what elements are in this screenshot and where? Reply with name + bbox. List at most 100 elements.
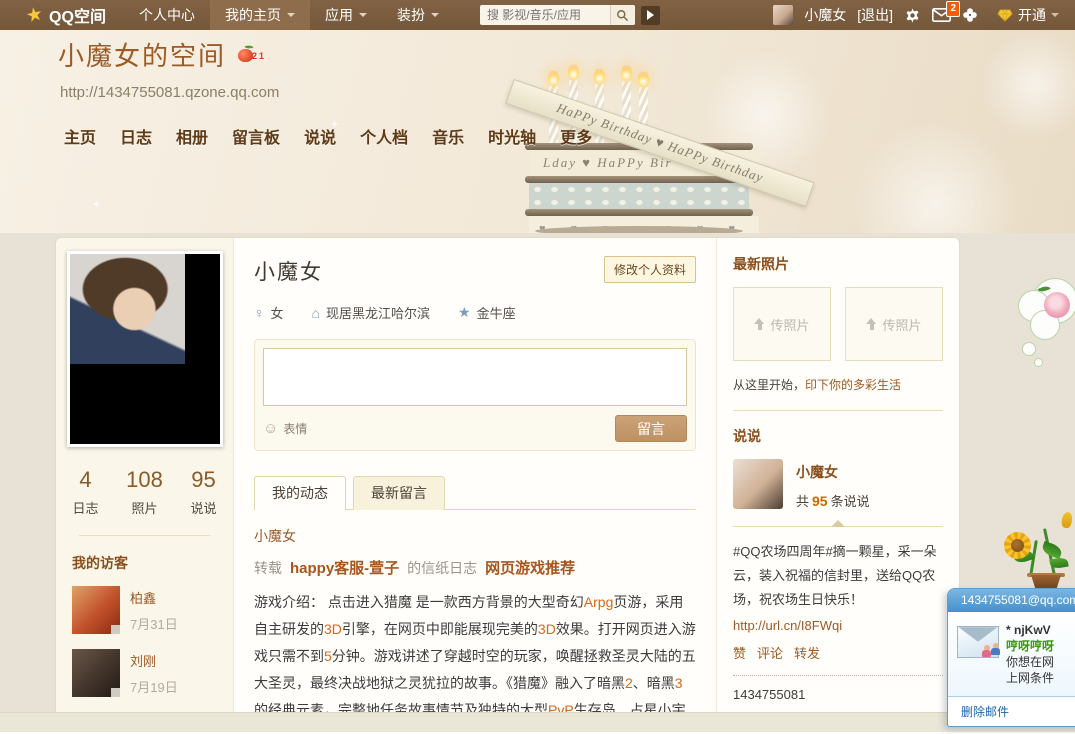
stat-label: 日志: [56, 498, 115, 517]
profile-name: 小魔女: [254, 256, 323, 286]
visitors-section: 我的访客 柏鑫 7月31日 刘刚 7月19日: [56, 536, 233, 712]
search-input[interactable]: [480, 5, 610, 25]
shuoshuo-avatar[interactable]: [733, 459, 783, 509]
stat-blogs[interactable]: 4 日志: [56, 467, 115, 517]
menu-message-board[interactable]: 留言板: [232, 124, 280, 148]
ribbon-spool-rim: [525, 209, 753, 216]
expand-arrow-button[interactable]: [641, 6, 660, 25]
latest-photos-title: 最新照片: [733, 254, 943, 274]
message-input[interactable]: [263, 348, 687, 406]
search-button[interactable]: [610, 5, 635, 25]
envelope-icon: [957, 626, 999, 658]
user-name[interactable]: 小魔女: [804, 5, 846, 25]
menu-music[interactable]: 音乐: [432, 124, 464, 148]
menu-more[interactable]: 更多: [560, 124, 592, 148]
tab-my-feeds[interactable]: 我的动态: [254, 476, 346, 510]
nav-my-homepage[interactable]: 我的主页: [210, 0, 310, 30]
upload-photo-button[interactable]: 传照片: [733, 287, 831, 361]
nav-decorate[interactable]: 装扮: [382, 0, 454, 30]
apple-body: [238, 49, 253, 62]
menu-album[interactable]: 相册: [176, 124, 208, 148]
shuoshuo-user-name[interactable]: 小魔女: [796, 462, 870, 482]
comment-button[interactable]: 评论: [757, 643, 783, 662]
bubble-dot: [1034, 358, 1043, 367]
person-icon: [991, 643, 1000, 656]
mail-icon[interactable]: 2: [932, 8, 951, 22]
profile-card: 4 日志 108 照片 95 说说 我的访客: [55, 237, 960, 712]
mail-popup-header[interactable]: 1434755081@qq.com: [948, 589, 1075, 612]
nav-apps[interactable]: 应用: [310, 0, 382, 30]
nav-personal-center[interactable]: 个人中心: [124, 0, 210, 30]
composer-footer: ☺ 表情 留言: [263, 415, 687, 442]
user-avatar[interactable]: [773, 5, 793, 25]
menu-home[interactable]: 主页: [64, 124, 96, 148]
vip-label: 开通: [1018, 5, 1046, 25]
visitor-name[interactable]: 刘刚: [130, 651, 178, 670]
vip-open-menu[interactable]: 开通: [997, 5, 1059, 25]
apple-icon[interactable]: 21: [238, 45, 268, 65]
stat-shuoshuo[interactable]: 95 说说: [174, 467, 233, 517]
space-url[interactable]: http://1434755081.qzone.qq.com: [60, 84, 279, 101]
menu-profile[interactable]: 个人档: [360, 124, 408, 148]
sunflower-head: [1004, 532, 1031, 559]
chevron-down-icon: [287, 13, 295, 17]
upload-arrow-icon: [754, 318, 765, 330]
qzone-logo[interactable]: ★ QQ空间: [26, 3, 106, 27]
visitor-name[interactable]: 柏鑫: [130, 588, 178, 607]
space-menu: 主页 日志 相册 留言板 说说 个人档 音乐 时光轴 更多: [64, 124, 592, 148]
feed-title-link[interactable]: 网页游戏推荐: [485, 557, 575, 578]
emoticon-button[interactable]: ☺ 表情: [263, 420, 307, 437]
mail-subject[interactable]: 哼呀哼呀: [1006, 638, 1075, 654]
collapse-up-icon[interactable]: [831, 520, 845, 527]
like-button[interactable]: 赞: [733, 643, 746, 662]
leave-message-button[interactable]: 留言: [615, 415, 687, 442]
divider: [733, 526, 943, 527]
home-icon: ⌂: [312, 305, 320, 321]
zodiac-info: ★ 金牛座: [458, 303, 516, 322]
top-nav: 个人中心 我的主页 应用 装扮: [124, 0, 454, 30]
tab-latest-messages[interactable]: 最新留言: [353, 476, 445, 510]
count-suffix: 条说说: [831, 494, 870, 509]
feed-body-text: 游戏介绍： 点击进入猎魔 是一款西方背景的大型奇幻Arpg页游，采用自主研发的3…: [254, 589, 696, 712]
menu-blog[interactable]: 日志: [120, 124, 152, 148]
apple-badge: 21: [252, 51, 266, 61]
rose-thought-bubble-decoration: [1018, 276, 1075, 386]
print-life-link[interactable]: 印下你的多彩生活: [805, 378, 901, 392]
upload-photo-button[interactable]: 传照片: [845, 287, 943, 361]
stat-photos[interactable]: 108 照片: [115, 467, 174, 517]
qq-number: 1434755081: [733, 687, 943, 702]
mail-sender[interactable]: * njKwV: [1006, 622, 1075, 638]
nav-label: 装扮: [397, 5, 425, 25]
feed-item: 小魔女 转载 happy客服-萱子 的信纸日志 网页游戏推荐 游戏介绍： 点击进…: [254, 510, 696, 712]
rose-icon: [1044, 292, 1070, 318]
edit-profile-button[interactable]: 修改个人资料: [604, 256, 696, 283]
nav-label: 个人中心: [139, 5, 195, 25]
mail-preview-line: 你想在网: [1006, 654, 1075, 670]
mail-preview-line: 上网条件: [1006, 670, 1075, 686]
mail-popup-body: * njKwV 哼呀哼呀 你想在网 上网条件: [948, 612, 1075, 696]
clover-icon[interactable]: [962, 7, 978, 23]
menu-timeline[interactable]: 时光轴: [488, 124, 536, 148]
visitor-avatar[interactable]: [72, 586, 120, 634]
forward-button[interactable]: 转发: [794, 643, 820, 662]
feed-author-link[interactable]: 小魔女: [254, 528, 296, 544]
logout-link[interactable]: [退出]: [857, 5, 893, 25]
menu-shuoshuo[interactable]: 说说: [304, 124, 336, 148]
delete-mail-link[interactable]: 删除邮件: [961, 705, 1009, 719]
shuoshuo-post-link[interactable]: http://url.cn/I8FWqi: [733, 615, 943, 637]
bubble-dot: [1022, 342, 1036, 356]
stats-row: 4 日志 108 照片 95 说说: [56, 467, 233, 517]
profile-photo[interactable]: [67, 251, 223, 447]
gender-text: 女: [271, 303, 284, 322]
visitor-avatar[interactable]: [72, 649, 120, 697]
dotted-divider: [733, 675, 943, 676]
space-title-text: 小魔女的空间: [58, 36, 226, 73]
star-logo-icon: ★: [24, 4, 45, 26]
gender-info: ♀ 女: [254, 303, 284, 322]
feed-meta-text: 的信纸日志: [407, 558, 477, 578]
settings-gear-icon[interactable]: [904, 7, 921, 24]
nav-label: 应用: [325, 5, 353, 25]
candle-flame: [568, 63, 579, 80]
feed-source-link[interactable]: happy客服-萱子: [290, 557, 399, 578]
feed-meta: 转载 happy客服-萱子 的信纸日志 网页游戏推荐: [254, 557, 696, 578]
